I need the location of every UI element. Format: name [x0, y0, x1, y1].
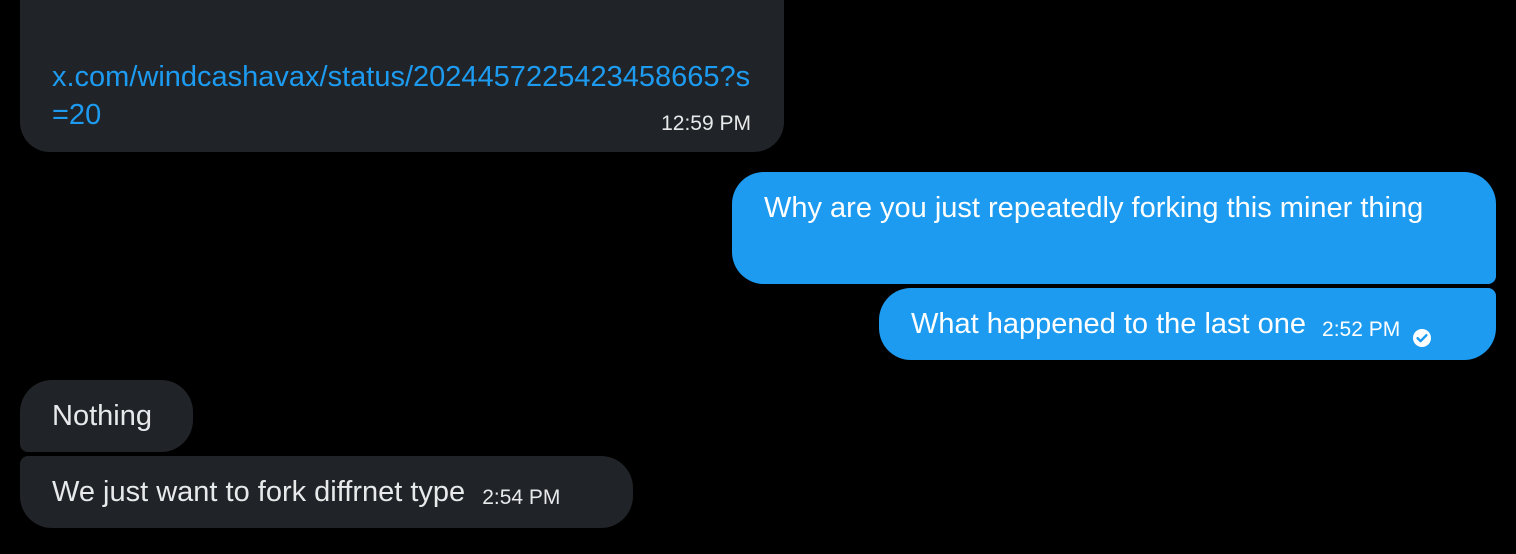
message-bubble-sent[interactable]: Why are you just repeatedly forking this… — [732, 172, 1496, 284]
check-circle-icon — [1412, 320, 1432, 347]
message-bubble-sent[interactable]: What happened to the last one 2:52 PM — [879, 288, 1496, 360]
message-bubble-received[interactable]: Nothing — [20, 380, 193, 452]
message-timestamp: 2:52 PM — [1322, 318, 1401, 341]
message-timestamp: 12:59 PM — [661, 112, 751, 135]
message-text: What happened to the last one — [911, 308, 1307, 340]
message-text: We just want to fork diffrnet type — [52, 476, 466, 508]
message-bubble-received[interactable]: x.com/windcashavax/status/20244572254234… — [20, 0, 784, 152]
message-text: Nothing — [52, 400, 152, 432]
message-link[interactable]: x.com/windcashavax/status/20244572254234… — [52, 58, 752, 134]
message-bubble-received[interactable]: We just want to fork diffrnet type 2:54 … — [20, 456, 633, 528]
message-text: Why are you just repeatedly forking this… — [764, 192, 1424, 224]
message-timestamp: 2:54 PM — [482, 486, 561, 509]
